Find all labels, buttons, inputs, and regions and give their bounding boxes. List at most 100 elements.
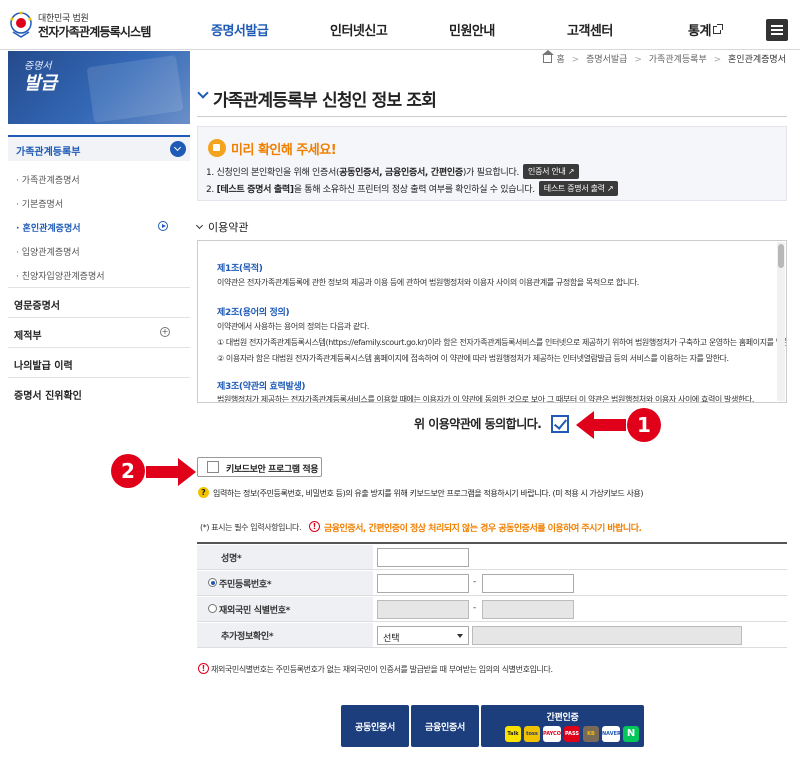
foreign-id-front-input[interactable]	[377, 600, 469, 619]
foreign-id-back-input[interactable]	[482, 600, 574, 619]
name-input[interactable]	[377, 548, 469, 567]
megaphone-icon	[208, 139, 226, 157]
terms-scroll-box[interactable]: 제1조(목적) 이약관은 전자가족관계등록에 관한 정보의 제공과 이용 등에 …	[197, 240, 787, 403]
payco-logo-icon: PAYCO	[543, 726, 561, 742]
sidebar-item-adoption-cert[interactable]: · 입양관계증명서	[8, 239, 190, 263]
breadcrumb-home[interactable]: 홈	[556, 55, 564, 65]
breadcrumb-item[interactable]: 증명서발급	[586, 55, 627, 65]
sidebar-section-family-register[interactable]: 가족관계등록부	[8, 135, 190, 161]
site-logo[interactable]: 대한민국 법원 전자가족관계등록시스템	[8, 8, 168, 42]
name-label-cell: 성명*	[197, 545, 373, 569]
arrow-shaft	[146, 466, 180, 478]
foreign-id-dash: -	[473, 603, 477, 613]
sidebar-item-removed-register[interactable]: 제적부 +	[8, 317, 190, 347]
kb-logo-icon: KB	[583, 726, 599, 742]
joint-cert-button[interactable]: 공동인증서	[341, 705, 409, 747]
finance-cert-label: 금융인증서	[425, 723, 465, 733]
breadcrumb-separator: >	[713, 55, 722, 65]
easy-auth-button[interactable]: 간편인증 Talk toss PAYCO PASS KB NAVER N	[481, 705, 644, 747]
terms-text: 이약관은 전자가족관계등록에 관한 정보의 제공과 이용 등에 관하여 법원행정…	[217, 278, 639, 287]
sidebar-item-my-history[interactable]: 나의발급 이력	[8, 347, 190, 377]
cert-guide-button[interactable]: 인증서 안내 ↗	[523, 164, 580, 179]
rrn-label: 주민등록번호*	[219, 580, 272, 590]
extra-info-select[interactable]: 선택	[377, 626, 469, 645]
finance-cert-button[interactable]: 금융인증서	[411, 705, 479, 747]
sidebar-menu: 가족관계등록부 · 가족관계증명서 · 기본증명서 · 혼인관계증명서 · 입양…	[8, 135, 190, 407]
test-print-button[interactable]: 테스트 증명서 출력 ↗	[538, 181, 619, 196]
notice-line-2: 2. [테스트 증명서 출력]을 통해 소유하신 프린터의 정상 출력 여부를 …	[206, 181, 619, 196]
arrow-shaft	[592, 419, 626, 431]
callout-number-2: 2	[111, 454, 145, 488]
foreign-id-note: 재외국민식별번호는 주민등록번호가 없는 재외국민이 인증서를 발급받을 때 부…	[211, 665, 553, 674]
kakao-logo-icon: Talk	[505, 726, 521, 742]
keyboard-security-checkbox[interactable]	[207, 461, 219, 473]
menu-bar-icon	[771, 29, 783, 31]
arrow-head-icon	[178, 458, 196, 486]
nav-certificate-issue[interactable]: 증명서발급	[211, 20, 269, 39]
sidebar-banner: 증명서 발급	[8, 51, 190, 124]
home-icon[interactable]	[541, 50, 554, 63]
sidebar-item-label: · 입양관계증명서	[16, 248, 80, 258]
keyboard-security-label: 키보드보안 프로그램 적용	[226, 465, 319, 475]
easy-auth-label: 간편인증	[546, 713, 579, 723]
joint-cert-label: 공동인증서	[355, 723, 395, 733]
sidebar-item-family-cert[interactable]: · 가족관계증명서	[8, 167, 190, 191]
sidebar-item-label: · 혼인관계증명서	[16, 224, 81, 234]
form-row-extra: 추가정보확인* 선택	[197, 623, 787, 648]
sidebar-item-full-adoption-cert[interactable]: · 친양자입양관계증명서	[8, 263, 190, 287]
chevron-down-icon[interactable]	[170, 141, 186, 157]
notice-text-bold: 공동인증서, 금융인증서, 간편인증	[339, 168, 463, 178]
required-note: (*) 표시는 필수 입력사항입니다.	[200, 523, 302, 532]
nav-customer-center[interactable]: 고객센터	[567, 20, 613, 39]
section-marker-icon	[195, 221, 204, 230]
terms-heading: 제3조(약관의 효력발생)	[217, 382, 306, 392]
notice-text: 1. 신청인의 본인확인을 위해 인증서(	[206, 168, 340, 178]
caret-down-icon	[457, 634, 463, 638]
terms-scrollbar[interactable]	[777, 242, 785, 401]
question-icon: ?	[198, 487, 209, 498]
hamburger-menu-button[interactable]	[766, 19, 788, 41]
sidebar-item-basic-cert[interactable]: · 기본증명서	[8, 191, 190, 215]
foreign-id-radio[interactable]	[208, 604, 217, 613]
notice-line-1: 1. 신청인의 본인확인을 위해 인증서(공동인증서, 금융인증서, 간편인증)…	[206, 164, 580, 179]
menu-bar-icon	[771, 25, 783, 27]
keyboard-help-text: 입력하는 정보(주민등록번호, 비밀번호 등)의 유출 방지를 위해 키보드보안…	[213, 489, 644, 498]
breadcrumb-separator: >	[634, 55, 642, 65]
notice-text: )가 필요합니다.	[462, 168, 520, 178]
naver-pay-logo-icon: NAVER	[602, 726, 620, 742]
rrn-label-cell: 주민등록번호*	[197, 571, 373, 595]
breadcrumb-item[interactable]: 가족관계등록부	[649, 55, 707, 65]
applicant-form: 성명* 주민등록번호* - 재외국민 식별번호* - 추가정보확인* 선택	[197, 542, 787, 652]
rrn-back-input[interactable]	[482, 574, 574, 593]
nav-online-report[interactable]: 인터넷신고	[330, 20, 388, 39]
agree-checkbox[interactable]	[551, 415, 569, 433]
rrn-radio[interactable]	[208, 578, 217, 587]
nav-statistics[interactable]: 통계	[688, 20, 723, 39]
banner-line2: 발급	[24, 73, 58, 94]
form-row-foreign-id: 재외국민 식별번호* -	[197, 597, 787, 622]
sidebar-item-marriage-cert[interactable]: · 혼인관계증명서	[8, 215, 190, 239]
nav-civil-guide[interactable]: 민원안내	[449, 20, 495, 39]
sidebar-item-verify-cert[interactable]: 증명서 진위확인	[8, 377, 190, 407]
nav-statistics-label: 통계	[688, 24, 711, 39]
title-divider	[197, 116, 787, 117]
notice-text-bold: [테스트 증명서 출력]	[216, 185, 294, 195]
notice-title: 미리 확인해 주세요!	[231, 143, 337, 158]
form-row-name: 성명*	[197, 545, 787, 570]
callout-arrow-1	[576, 410, 626, 440]
sidebar-item-label: 나의발급 이력	[14, 361, 73, 372]
breadcrumb-current: 혼인관계증명서	[728, 55, 786, 65]
scrollbar-thumb[interactable]	[778, 244, 784, 268]
play-circle-icon	[158, 221, 168, 231]
sidebar-item-label: 제적부	[14, 331, 42, 342]
title-marker-icon	[197, 87, 209, 99]
extra-info-input[interactable]	[472, 626, 742, 645]
logo-title: 전자가족관계등록시스템	[38, 25, 151, 39]
terms-heading: 제1조(목적)	[217, 264, 263, 274]
sidebar-item-english-cert[interactable]: 영문증명서	[8, 287, 190, 317]
rrn-front-input[interactable]	[377, 574, 469, 593]
foreign-label-cell: 재외국민 식별번호*	[197, 597, 373, 621]
keyboard-security-toggle[interactable]: 키보드보안 프로그램 적용	[197, 457, 322, 477]
cert-guide-label: 인증서 안내	[528, 167, 566, 176]
plus-circle-icon[interactable]: +	[160, 327, 170, 337]
